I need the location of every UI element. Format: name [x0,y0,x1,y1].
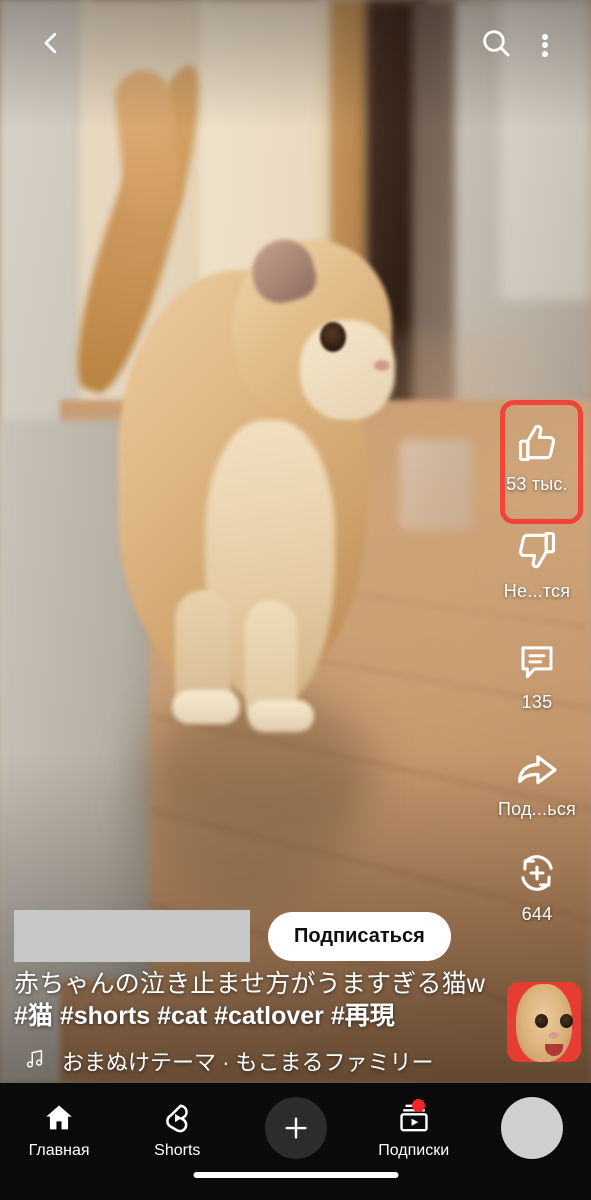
video-metadata: Подписаться 赤ちゃんの泣き止ませ方がうますぎる猫w #猫 #shor… [0,910,591,1083]
notification-badge [411,1099,425,1112]
search-icon [480,27,512,64]
nav-item-shorts[interactable]: Shorts [118,1097,236,1160]
nav-item-home[interactable]: Главная [0,1097,118,1160]
comment-count: 135 [521,692,553,712]
subscribe-button[interactable]: Подписаться [268,911,451,961]
cat-paw [172,690,240,724]
nav-label-home: Главная [28,1142,90,1159]
music-title: おまぬけテーマ · もこまるファミリー [62,1050,434,1075]
nav-label-shorts: Shorts [154,1142,201,1159]
cat-paw [248,700,314,732]
remix-icon [515,844,559,902]
thumbs-up-icon [515,414,559,472]
cat-nose [374,360,390,371]
nav-item-account[interactable] [473,1097,591,1159]
like-button[interactable]: 53 тыс. [491,400,583,495]
chevron-left-icon [36,28,66,63]
subscriptions-icon [397,1097,431,1139]
comment-icon [516,632,558,690]
nav-label-subscriptions: Подписки [378,1142,450,1159]
like-count: 53 тыс. [506,474,568,494]
nav-item-subscriptions[interactable]: Подписки [355,1097,473,1160]
video-hashtags[interactable]: #猫 #shorts #cat #catlover #再現 [14,1001,577,1032]
account-avatar [500,1097,563,1159]
dislike-label: Не...тся [503,581,571,601]
music-row[interactable]: おまぬけテーマ · もこまるファミリー [14,1045,577,1077]
channel-row: Подписаться [14,910,577,962]
bottom-navigation: Главная Shorts Подписки [0,1083,591,1200]
back-button[interactable] [24,18,78,72]
thumbs-down-icon [515,521,559,579]
more-vertical-icon [542,31,548,59]
dislike-button[interactable]: Не...тся [491,521,583,602]
home-icon [42,1097,76,1139]
action-rail: 53 тыс. Не...тся 135 Под...ься 644 [491,400,583,925]
music-note-icon [24,1047,46,1076]
more-options-button[interactable] [523,18,567,72]
nav-item-create[interactable] [236,1097,354,1162]
top-bar [0,0,591,90]
shorts-player-screen: 53 тыс. Не...тся 135 Под...ься 644 Подпи… [0,0,591,1200]
share-label: Под...ься [498,799,576,819]
home-indicator [193,1172,398,1178]
search-button[interactable] [469,18,523,72]
video-title[interactable]: 赤ちゃんの泣き止ませ方がうますぎる猫w [14,969,577,1000]
cat-eye [320,322,346,352]
share-button[interactable]: Под...ься [491,739,583,820]
share-icon [514,739,560,797]
channel-name-redacted[interactable] [14,910,250,962]
comment-button[interactable]: 135 [491,632,583,713]
plus-icon [264,1097,327,1159]
shorts-icon [160,1097,194,1139]
